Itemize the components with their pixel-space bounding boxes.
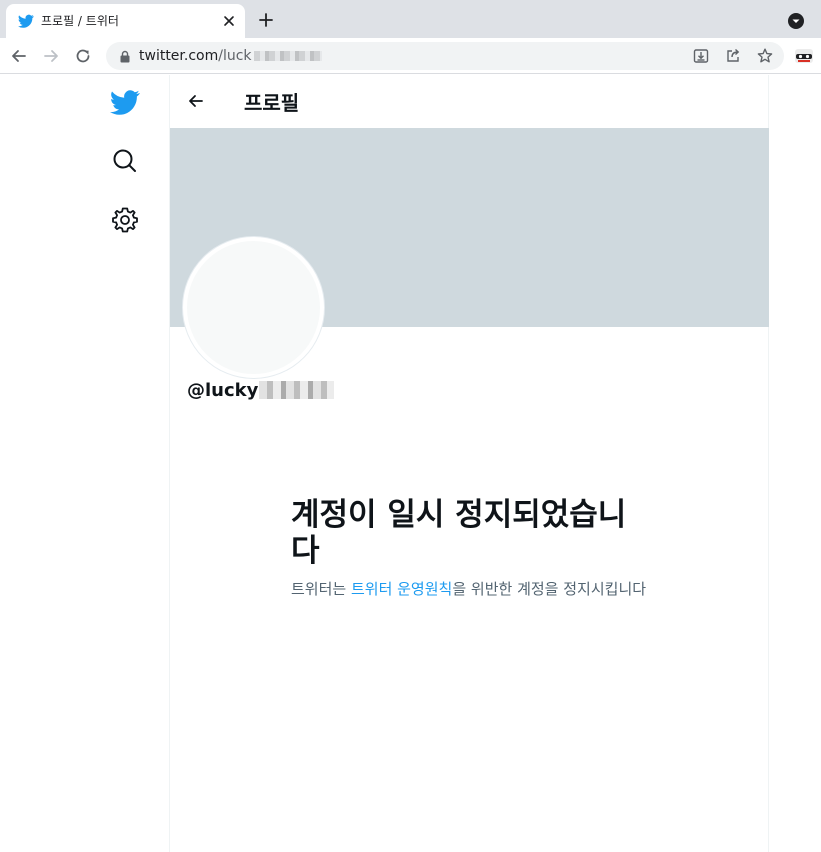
chevron-down-circle-icon[interactable] (787, 12, 805, 30)
profile-handle: @lucky (187, 380, 335, 401)
suspension-body-suffix: 을 위반한 계정을 정지시킵니다 (452, 580, 647, 598)
plus-icon[interactable] (257, 11, 275, 29)
url-path: /luck (218, 48, 252, 64)
star-icon[interactable] (756, 47, 774, 65)
gear-icon[interactable] (110, 205, 140, 235)
browser-toolbar: twitter.com/luck (0, 38, 821, 74)
suspension-title: 계정이 일시 정지되었습니다 (291, 497, 627, 569)
suspension-notice: 계정이 일시 정지되었습니다 트위터는 트위터 운영원칙을 위반한 계정을 정지… (291, 497, 651, 599)
lock-icon[interactable] (119, 50, 131, 63)
browser-tab[interactable]: 프로필 / 트위터 (6, 4, 245, 38)
url-host: twitter.com (139, 48, 219, 64)
browser-tab-strip: 프로필 / 트위터 (0, 0, 821, 38)
suspension-body: 트위터는 트위터 운영원칙을 위반한 계정을 정지시킵니다 (291, 579, 651, 599)
search-icon[interactable] (110, 146, 140, 176)
handle-text: @lucky (187, 380, 259, 401)
address-bar[interactable]: twitter.com/luck (106, 42, 784, 70)
twitter-bird-icon[interactable] (110, 87, 140, 117)
left-nav (0, 75, 170, 852)
suspension-body-prefix: 트위터는 (291, 580, 351, 598)
arrow-left-icon[interactable] (9, 46, 29, 66)
close-icon[interactable] (221, 13, 237, 29)
profile-header: 프로필 (170, 75, 769, 128)
url-text[interactable]: twitter.com/luck (139, 48, 322, 64)
page-title: 프로필 (244, 91, 300, 115)
tab-title: 프로필 / 트위터 (41, 14, 119, 28)
arrow-left-icon[interactable] (186, 91, 206, 111)
url-redacted (253, 51, 322, 61)
incognito-extension-icon[interactable] (794, 47, 814, 65)
arrow-right-icon[interactable] (41, 46, 61, 66)
share-icon[interactable] (724, 47, 742, 65)
handle-redacted (259, 381, 335, 399)
avatar[interactable] (183, 237, 324, 378)
profile-column: 프로필 @lucky 계정이 일시 정지되었습니다 트위터는 트위터 운영원칙을… (169, 75, 769, 852)
twitter-rules-link[interactable]: 트위터 운영원칙 (351, 580, 452, 598)
reload-icon[interactable] (73, 46, 93, 66)
twitter-bird-icon (18, 14, 34, 28)
install-icon[interactable] (692, 47, 710, 65)
